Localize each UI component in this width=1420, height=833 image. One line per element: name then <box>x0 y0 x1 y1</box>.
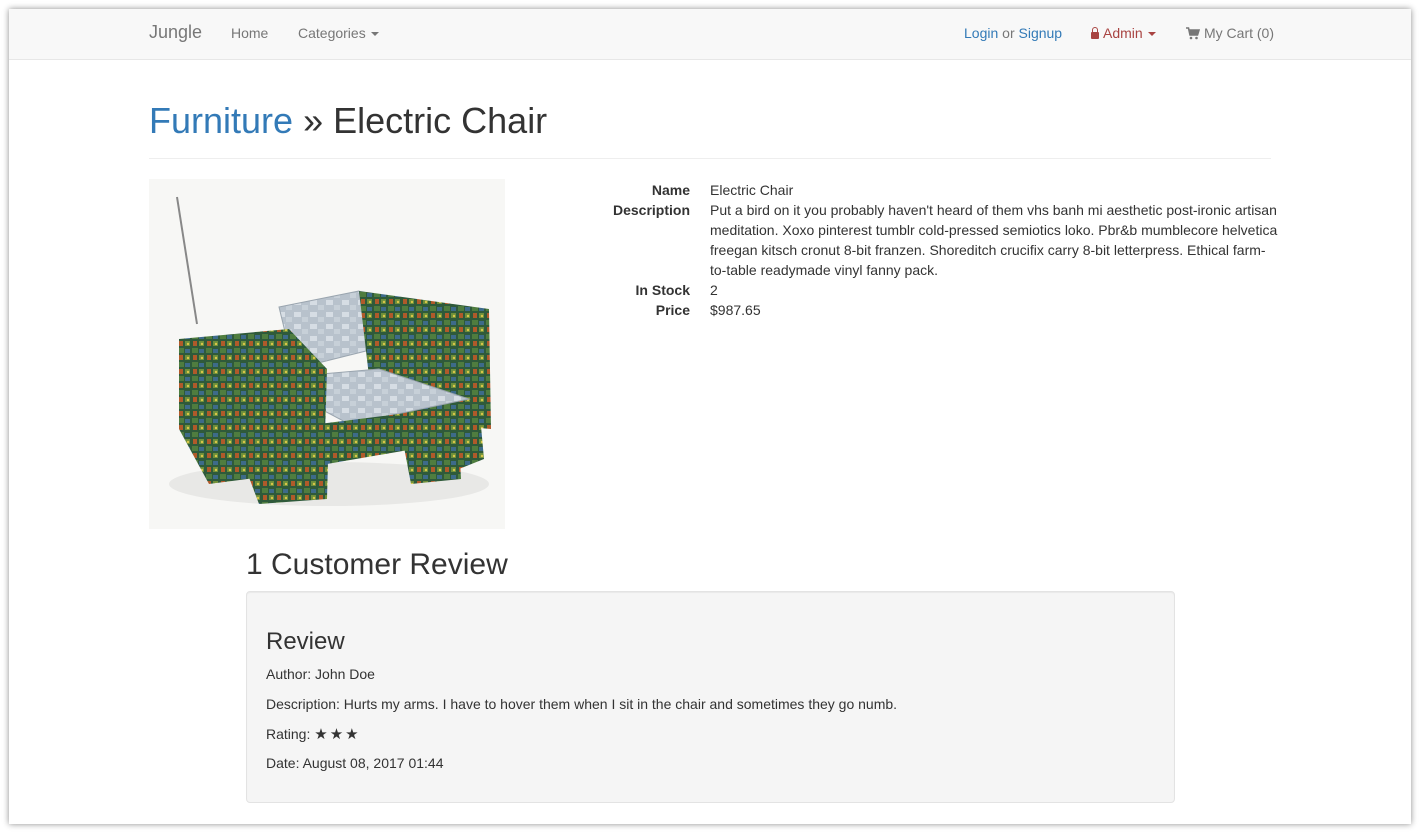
brand-link[interactable]: Jungle <box>149 22 202 43</box>
description-label: Description <box>612 202 690 218</box>
admin-dropdown[interactable]: Admin <box>1091 25 1156 41</box>
product-image <box>149 179 505 529</box>
auth-or-text: or <box>1002 25 1015 41</box>
detail-row-name: Name Electric Chair <box>589 180 1279 200</box>
cart-label: My Cart (0) <box>1204 25 1274 41</box>
review-heading: Review <box>266 628 345 655</box>
auth-links: Login or Signup <box>964 25 1062 41</box>
price-label: Price <box>655 302 690 318</box>
lock-icon <box>1091 27 1099 39</box>
nav-categories-dropdown[interactable]: Categories <box>298 25 379 41</box>
navbar: Jungle Home Categories Login or Signup A… <box>9 9 1411 60</box>
product-title: Electric Chair <box>333 100 548 141</box>
stock-label: In Stock <box>635 282 690 298</box>
signup-link[interactable]: Signup <box>1019 25 1063 41</box>
shopping-cart-icon <box>1186 27 1200 40</box>
caret-down-icon <box>370 32 379 37</box>
star-icon: ★ <box>345 726 359 743</box>
star-icon: ★ <box>314 726 328 743</box>
breadcrumb-separator: » <box>303 100 324 141</box>
detail-row-stock: In Stock 2 <box>589 280 1279 300</box>
page-header: Furniture » Electric Chair <box>149 95 1271 159</box>
review-card: Review Author: John Doe Description: Hur… <box>246 591 1175 803</box>
detail-row-price: Price $987.65 <box>589 300 1279 320</box>
name-label: Name <box>651 182 690 198</box>
login-link[interactable]: Login <box>964 25 998 41</box>
product-details: Name Electric Chair Description Put a bi… <box>589 180 1279 320</box>
star-icon: ★ <box>329 726 344 743</box>
rating-label: Rating: <box>266 726 311 742</box>
category-link[interactable]: Furniture <box>149 100 293 141</box>
stock-value: 2 <box>710 282 718 298</box>
review-description: Description: Hurts my arms. I have to ho… <box>266 696 898 712</box>
categories-label: Categories <box>298 25 366 41</box>
admin-label: Admin <box>1103 25 1143 41</box>
name-value: Electric Chair <box>710 182 794 198</box>
review-rating: Rating: ★ ★ ★ <box>266 725 361 743</box>
price-value: $987.65 <box>710 302 761 318</box>
rating-stars: ★ ★ ★ <box>314 726 360 743</box>
review-author: Author: John Doe <box>266 666 375 682</box>
browser-page: Jungle Home Categories Login or Signup A… <box>9 9 1411 824</box>
my-cart-link[interactable]: My Cart (0) <box>1186 25 1274 41</box>
description-value: Put a bird on it you probably haven't he… <box>710 202 1278 278</box>
review-date: Date: August 08, 2017 01:44 <box>266 755 444 771</box>
detail-row-description: Description Put a bird on it you probabl… <box>589 200 1279 280</box>
caret-down-icon <box>1147 32 1156 37</box>
reviews-title: 1 Customer Review <box>246 548 508 581</box>
page-title: Furniture » Electric Chair <box>149 95 1271 147</box>
electric-chair-picture <box>149 179 505 529</box>
nav-home-link[interactable]: Home <box>231 25 268 41</box>
